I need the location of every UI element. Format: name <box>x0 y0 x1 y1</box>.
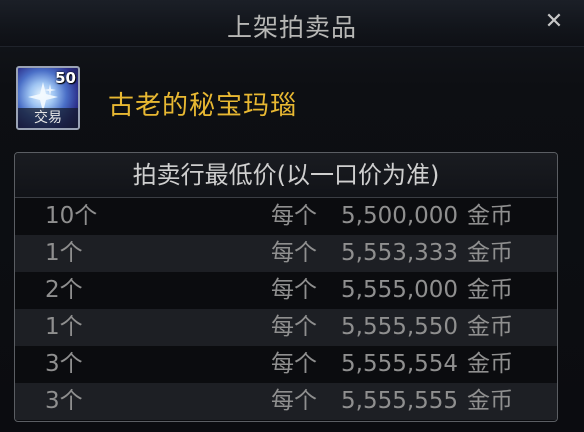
price: 5,500,000 <box>341 203 459 229</box>
panel-header: 拍卖行最低价(以一口价为准) <box>15 153 557 198</box>
price: 5,555,555 <box>341 388 459 414</box>
per-label: 每个 <box>271 388 317 414</box>
currency-unit: 金币 <box>467 314 513 340</box>
price: 5,555,000 <box>341 277 459 303</box>
currency-unit: 金币 <box>467 240 513 266</box>
list-item[interactable]: 1个 每个 5,553,333 金币 <box>15 235 557 272</box>
per-label: 每个 <box>271 277 317 303</box>
gem-icon[interactable]: 50 交易 <box>16 66 80 130</box>
list-item[interactable]: 2个 每个 5,555,000 金币 <box>15 272 557 309</box>
price-list: 10个 每个 5,500,000 金币 1个 每个 5,553,333 金币 2… <box>15 198 557 420</box>
price: 5,553,333 <box>341 240 459 266</box>
item-row: 50 交易 古老的秘宝玛瑙 <box>0 58 584 150</box>
auction-price-panel: 拍卖行最低价(以一口价为准) 10个 每个 5,500,000 金币 1个 每个… <box>14 152 558 422</box>
quantity: 2个 <box>45 277 83 303</box>
per-label: 每个 <box>271 240 317 266</box>
window-title: 上架拍卖品 <box>226 13 357 42</box>
auction-listing-window: 上架拍卖品 ✕ 50 交易 古老的秘宝玛瑙 拍卖行最低价(以一口价为准) 10个… <box>0 0 584 432</box>
currency-unit: 金币 <box>467 351 513 377</box>
price: 5,555,550 <box>341 314 459 340</box>
close-icon[interactable]: ✕ <box>542 10 566 34</box>
list-item[interactable]: 10个 每个 5,500,000 金币 <box>15 198 557 235</box>
list-item[interactable]: 3个 每个 5,555,554 金币 <box>15 346 557 383</box>
quantity: 10个 <box>45 203 98 229</box>
per-label: 每个 <box>271 314 317 340</box>
per-label: 每个 <box>271 351 317 377</box>
quantity: 3个 <box>45 388 83 414</box>
currency-unit: 金币 <box>467 277 513 303</box>
price: 5,555,554 <box>341 351 459 377</box>
item-name: 古老的秘宝玛瑙 <box>108 91 298 121</box>
currency-unit: 金币 <box>467 203 513 229</box>
currency-unit: 金币 <box>467 388 513 414</box>
stack-count: 50 <box>55 69 76 87</box>
per-label: 每个 <box>271 203 317 229</box>
quantity: 1个 <box>45 240 83 266</box>
list-item[interactable]: 1个 每个 5,555,550 金币 <box>15 309 557 346</box>
title-bar: 上架拍卖品 ✕ <box>0 0 584 47</box>
trade-tag: 交易 <box>18 108 78 128</box>
quantity: 1个 <box>45 314 83 340</box>
quantity: 3个 <box>45 351 83 377</box>
list-item[interactable]: 3个 每个 5,555,555 金币 <box>15 383 557 420</box>
